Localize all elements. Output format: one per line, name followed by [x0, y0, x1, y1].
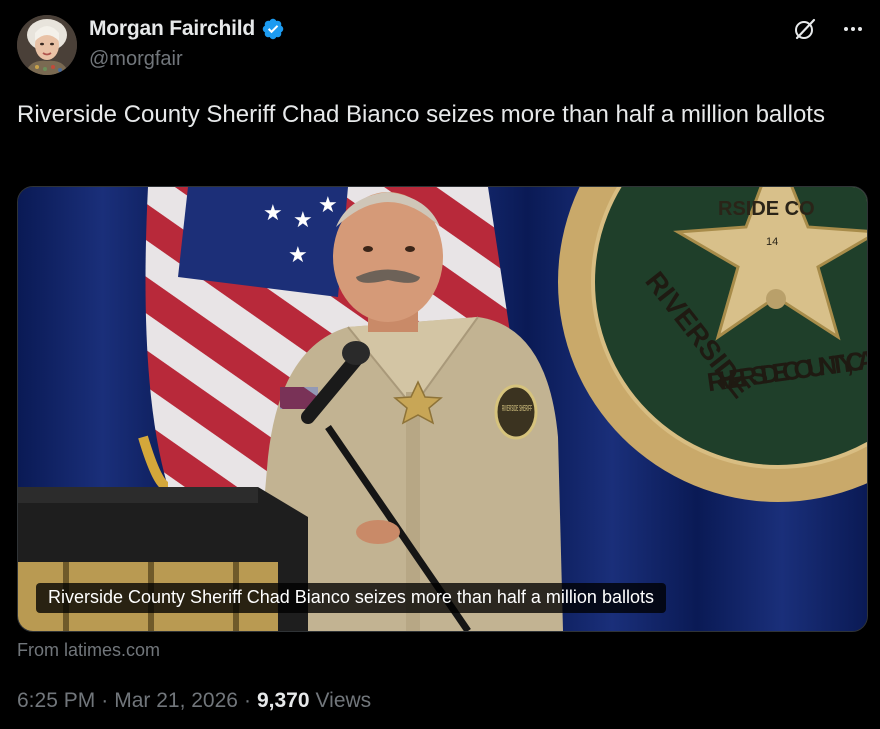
grok-icon[interactable]	[792, 16, 818, 42]
link-card-image[interactable]: ★ ★ ★ ★ RIVERSIDE RIVERSIDE COUNTY, CA R…	[17, 186, 868, 632]
tweet-time[interactable]: 6:25 PM	[17, 689, 95, 713]
views-count[interactable]: 9,370	[257, 689, 310, 713]
svg-text:★: ★	[288, 242, 308, 267]
meta-separator: ·	[101, 689, 109, 712]
views-label[interactable]: Views	[316, 689, 372, 713]
top-actions	[792, 16, 866, 42]
svg-text:★: ★	[263, 200, 283, 225]
card-caption: Riverside County Sheriff Chad Bianco sei…	[36, 583, 666, 613]
svg-text:★: ★	[318, 192, 338, 217]
verified-badge-icon[interactable]	[261, 17, 285, 41]
author-handle[interactable]: @morgfair	[89, 48, 183, 71]
patch-text: RIVERSIDE SHERIFF	[502, 404, 532, 413]
author-name[interactable]: Morgan Fairchild	[89, 17, 255, 41]
more-options-icon[interactable]	[840, 16, 866, 42]
card-source-link[interactable]: From latimes.com	[17, 640, 160, 661]
author-name-row: Morgan Fairchild	[89, 17, 285, 41]
tweet-date[interactable]: Mar 21, 2026	[114, 689, 238, 713]
avatar-image	[17, 15, 77, 75]
badge-number: 14	[766, 236, 778, 248]
tweet-meta: 6:25 PM · Mar 21, 2026 · 9,370 Views	[17, 689, 371, 713]
avatar[interactable]	[17, 15, 77, 75]
meta-separator: ·	[243, 689, 251, 712]
svg-text:★: ★	[293, 207, 313, 232]
news-photo: ★ ★ ★ ★ RIVERSIDE RIVERSIDE COUNTY, CA R…	[18, 187, 867, 631]
badge-text: RSIDE CO	[718, 198, 815, 220]
tweet-text: Riverside County Sheriff Chad Bianco sei…	[17, 101, 825, 128]
